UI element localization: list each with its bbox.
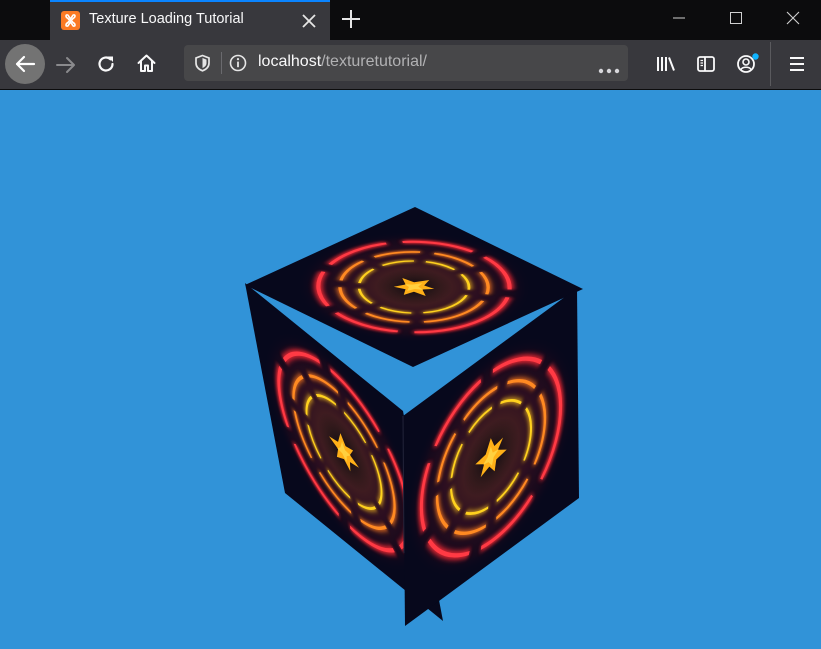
minimize-icon[interactable] bbox=[671, 10, 687, 26]
reload-icon[interactable] bbox=[96, 54, 116, 79]
url-host: localhost bbox=[258, 53, 322, 70]
xampp-icon bbox=[61, 11, 80, 30]
maximize-icon[interactable] bbox=[728, 10, 744, 26]
sidebar-icon[interactable] bbox=[696, 54, 716, 79]
textured-cube bbox=[0, 90, 821, 649]
address-bar[interactable]: localhost/texturetutorial/ bbox=[184, 45, 628, 81]
home-icon[interactable] bbox=[136, 53, 157, 79]
shield-icon[interactable] bbox=[194, 54, 211, 77]
more-horizontal-icon[interactable] bbox=[598, 61, 620, 79]
close-window-icon[interactable] bbox=[785, 10, 801, 26]
back-arrow-icon bbox=[15, 55, 36, 73]
navigation-toolbar: localhost/texturetutorial/ bbox=[0, 40, 821, 90]
tab-title: Texture Loading Tutorial bbox=[89, 11, 244, 27]
plus-icon[interactable] bbox=[340, 8, 362, 30]
url-text[interactable]: localhost/texturetutorial/ bbox=[258, 53, 427, 71]
info-icon[interactable] bbox=[229, 54, 247, 77]
url-path: /texturetutorial/ bbox=[321, 53, 427, 70]
hamburger-menu-icon[interactable] bbox=[788, 55, 806, 78]
back-button[interactable] bbox=[5, 44, 45, 84]
tab-texture-loading[interactable]: Texture Loading Tutorial bbox=[50, 0, 330, 40]
close-icon[interactable] bbox=[300, 12, 318, 30]
account-icon[interactable] bbox=[736, 53, 760, 80]
address-bar-separator bbox=[221, 52, 222, 74]
webgl-canvas[interactable] bbox=[0, 90, 821, 649]
toolbar-separator bbox=[770, 42, 771, 86]
tab-strip: Texture Loading Tutorial bbox=[0, 0, 821, 40]
forward-arrow-icon[interactable] bbox=[55, 54, 77, 81]
library-icon[interactable] bbox=[656, 55, 676, 78]
